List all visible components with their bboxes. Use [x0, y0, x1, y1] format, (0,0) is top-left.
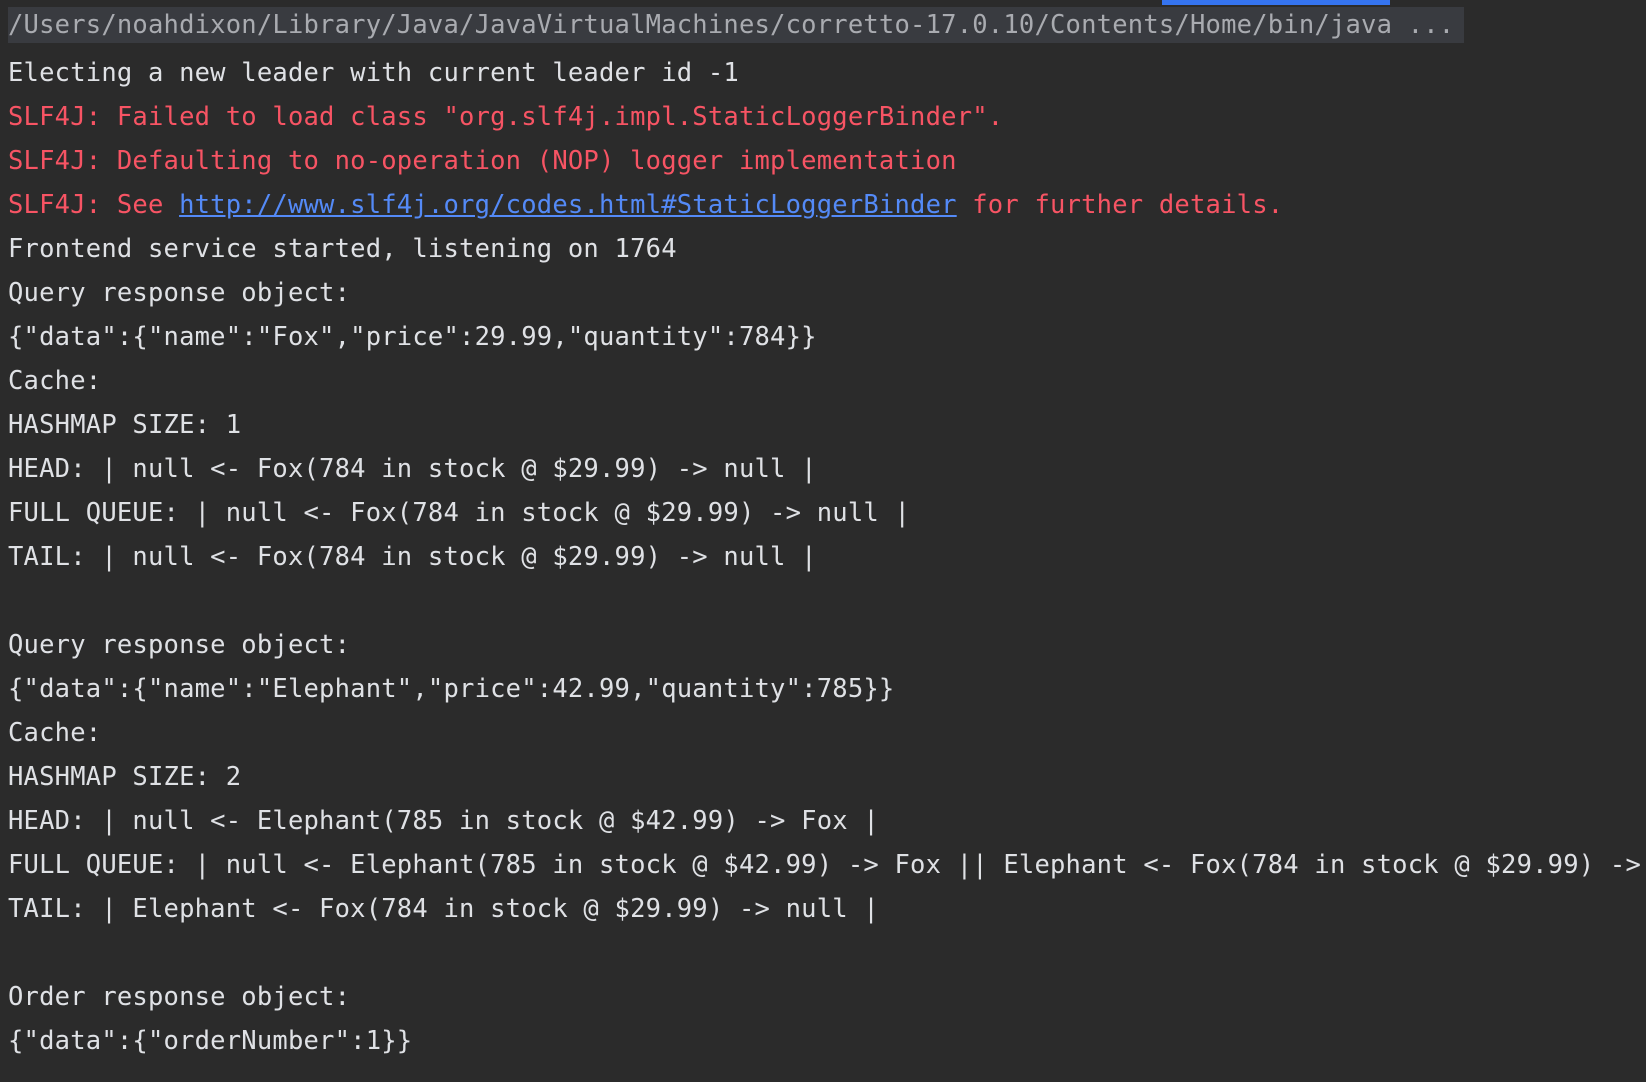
console-line: Cache:: [8, 366, 102, 396]
console-line: {"data":{"name":"Elephant","price":42.99…: [8, 674, 895, 704]
console-line: {"data":{"name":"Fox","price":29.99,"qua…: [8, 322, 817, 352]
console-line: Cache:: [8, 718, 102, 748]
console-error-line: SLF4J: Defaulting to no-operation (NOP) …: [8, 146, 957, 176]
console-error-line: SLF4J: Failed to load class "org.slf4j.i…: [8, 102, 1004, 132]
error-text: for further details.: [956, 190, 1284, 220]
console-line: HASHMAP SIZE: 2: [8, 762, 242, 792]
console-line: {"data":{"orderNumber":1}}: [8, 1026, 413, 1056]
console-line: TAIL: | null <- Fox(784 in stock @ $29.9…: [8, 542, 817, 572]
console-line: FULL QUEUE: | null <- Elephant(785 in st…: [8, 850, 1641, 880]
console-line: Order response object:: [8, 982, 351, 1012]
console-line: HEAD: | null <- Elephant(785 in stock @ …: [8, 806, 879, 836]
error-text: SLF4J: See: [8, 190, 180, 220]
console-line: FULL QUEUE: | null <- Fox(784 in stock @…: [8, 498, 911, 528]
console-line: Query response object:: [8, 630, 351, 660]
console-line: Electing a new leader with current leade…: [8, 58, 739, 88]
console-output[interactable]: /Users/noahdixon/Library/Java/JavaVirtua…: [8, 7, 1646, 1082]
console-line: Query response object:: [8, 278, 351, 308]
console-error-line: SLF4J: See http://www.slf4j.org/codes.ht…: [8, 183, 1646, 227]
console-line: Frontend service started, listening on 1…: [8, 234, 677, 264]
active-tab-indicator: [1162, 0, 1390, 5]
console-line: HEAD: | null <- Fox(784 in stock @ $29.9…: [8, 454, 817, 484]
console-line: HASHMAP SIZE: 1: [8, 410, 242, 440]
console-line: TAIL: | Elephant <- Fox(784 in stock @ $…: [8, 894, 879, 924]
slf4j-codes-link[interactable]: http://www.slf4j.org/codes.html#StaticLo…: [179, 190, 957, 220]
run-command-line[interactable]: /Users/noahdixon/Library/Java/JavaVirtua…: [8, 7, 1465, 43]
